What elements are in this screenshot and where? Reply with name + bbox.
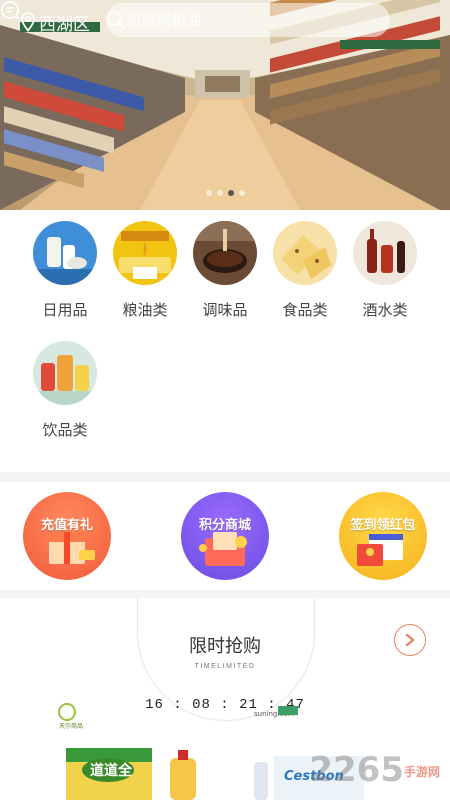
category-drinks[interactable]: 饮品类 (20, 341, 110, 440)
watermark-number: 2265 (309, 750, 404, 790)
cooking-oil-product-image: 天尔商品 道道全 (58, 703, 196, 800)
flash-sale-title: 限时抢购 (189, 636, 261, 656)
points-mall-button[interactable]: 积分商城 (181, 492, 269, 580)
hero-banner[interactable]: 西湖区 (0, 0, 450, 210)
category-grid: 日用品 粮油类 调味品 食品类 酒水类 饮品类 (0, 210, 450, 472)
category-label: 饮品类 (42, 422, 88, 439)
category-label: 食品类 (282, 302, 328, 319)
recharge-gift-button[interactable]: 充值有礼 (23, 492, 111, 580)
brand-logo-text: 天尔商品 (59, 722, 83, 730)
location-pin-icon (21, 12, 35, 32)
carousel-indicator (0, 190, 450, 196)
category-seasoning[interactable]: 调味品 (180, 221, 270, 320)
category-grain-oil[interactable]: 粮油类 (100, 221, 190, 320)
flash-sale-subtitle: TIMELIMITED (194, 663, 256, 670)
flash-sale-more-button[interactable] (394, 624, 426, 656)
product-card-oil[interactable]: 天尔商品 道道全 (52, 702, 214, 800)
category-daily-goods[interactable]: 日用品 (20, 221, 110, 320)
search-bar[interactable] (106, 3, 390, 37)
category-label: 调味品 (202, 302, 248, 319)
category-liquor[interactable]: 酒水类 (340, 221, 430, 320)
carousel-dot-active[interactable] (227, 190, 234, 196)
shopping-bag-icon (199, 532, 247, 566)
drinks-image (33, 341, 97, 405)
chevron-right-icon (405, 633, 415, 647)
message-icon[interactable] (0, 0, 20, 20)
calendar-red-packet-icon (357, 534, 403, 566)
category-food[interactable]: 食品类 (260, 221, 350, 320)
gift-box-icon (45, 532, 95, 564)
category-label: 日用品 (42, 302, 88, 319)
category-label: 酒水类 (362, 302, 408, 319)
search-input[interactable] (126, 11, 346, 29)
check-in-red-packet-button[interactable]: 签到领红包 (339, 492, 427, 580)
search-icon[interactable] (106, 10, 126, 30)
carousel-dot[interactable] (216, 190, 223, 196)
daily-goods-image (33, 221, 97, 285)
location-selector[interactable]: 西湖区 (20, 10, 90, 35)
category-label: 粮油类 (122, 302, 168, 319)
grain-oil-image (113, 221, 177, 285)
carousel-dot[interactable] (205, 190, 212, 196)
flash-sale-section: 限时抢购 TIMELIMITED 16 : 08 : 21 : 47 天尔商品 … (0, 598, 450, 800)
promotion-row: 充值有礼 积分商城 签到领红包 (0, 482, 450, 590)
carousel-dot[interactable] (238, 190, 245, 196)
product-brand-text: 道道全 (90, 762, 133, 779)
food-image (273, 221, 337, 285)
watermark-suffix: 手游网 (403, 765, 440, 779)
seasoning-image (193, 221, 257, 285)
liquor-image (353, 221, 417, 285)
location-label: 西湖区 (39, 14, 90, 34)
watermark: 2265手游网 (309, 750, 440, 790)
